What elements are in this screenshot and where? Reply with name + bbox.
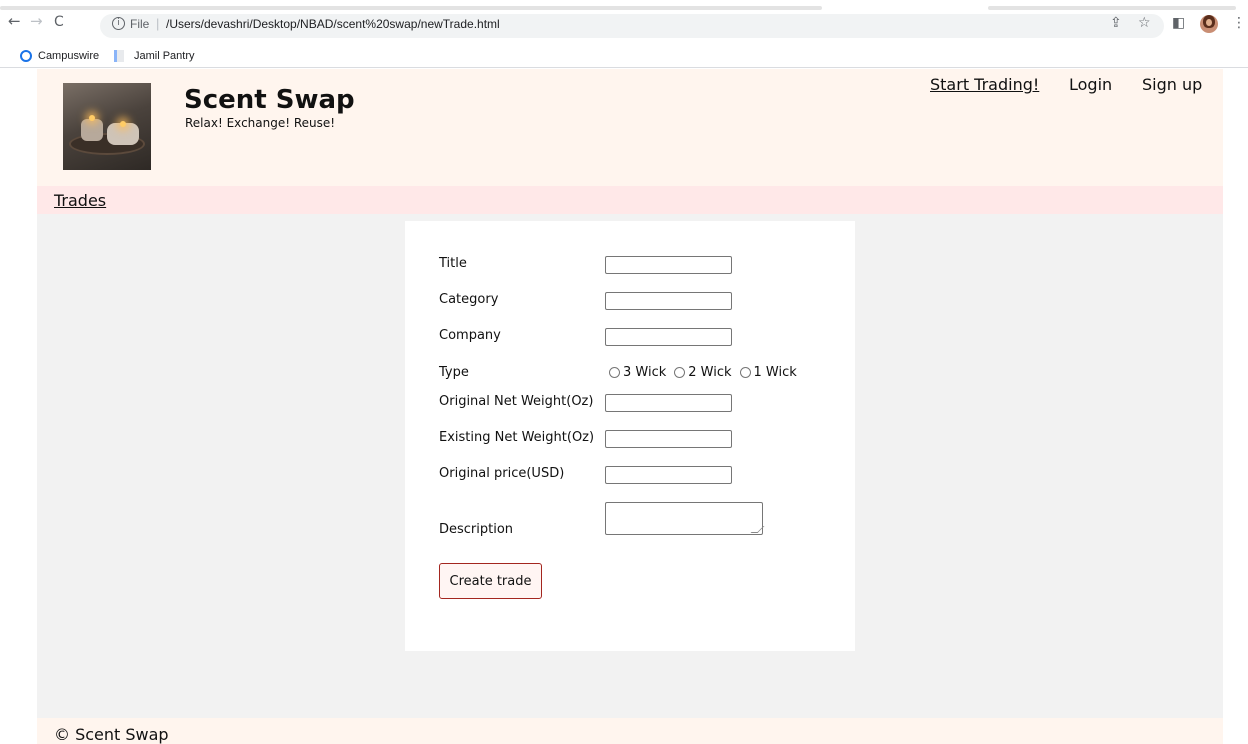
candle-logo-image	[63, 83, 151, 170]
site-tagline: Relax! Exchange! Reuse!	[185, 116, 336, 130]
original-weight-input[interactable]	[605, 394, 732, 412]
page-icon	[114, 50, 124, 62]
site-footer: © Scent Swap	[37, 718, 1223, 744]
radio-button[interactable]	[674, 367, 686, 378]
site-container: Scent Swap Relax! Exchange! Reuse! Start…	[37, 69, 1223, 744]
type-option-label: 1 Wick	[753, 365, 797, 380]
company-label: Company	[439, 328, 501, 343]
login-link[interactable]: Login	[1069, 75, 1112, 94]
trades-link[interactable]: Trades	[54, 191, 106, 210]
type-option-label: 2 Wick	[688, 365, 732, 380]
existing-weight-input[interactable]	[605, 430, 732, 448]
tab-strip	[0, 0, 1248, 10]
category-input[interactable]	[605, 292, 732, 310]
existing-weight-label: Existing Net Weight(Oz)	[439, 430, 595, 445]
type-label: Type	[439, 365, 469, 380]
radio-button[interactable]	[609, 367, 620, 378]
signup-link[interactable]: Sign up	[1142, 75, 1202, 94]
reload-icon[interactable]: C	[54, 15, 64, 29]
forward-icon[interactable]: →	[30, 14, 43, 29]
original-price-label: Original price(USD)	[439, 466, 565, 481]
share-icon[interactable]: ⇪	[1110, 16, 1122, 30]
site-header: Scent Swap Relax! Exchange! Reuse! Start…	[37, 69, 1223, 186]
create-trade-button[interactable]: Create trade	[439, 563, 542, 599]
sidepanel-icon[interactable]: ◧	[1172, 16, 1185, 30]
address-url[interactable]: /Users/devashri/Desktop/NBAD/scent%20swa…	[166, 17, 500, 31]
back-icon[interactable]: ←	[8, 14, 21, 29]
type-radio-group: 3 Wick 2 Wick 1 Wick	[609, 365, 805, 380]
info-icon[interactable]: i	[112, 17, 125, 30]
address-separator: |	[156, 16, 160, 31]
footer-copyright: © Scent Swap	[54, 725, 169, 744]
bookmark-campuswire[interactable]: Campuswire	[38, 50, 99, 62]
description-label: Description	[439, 522, 514, 537]
new-trade-form: Title Category Company Type 3 Wick 2 Wic…	[405, 221, 855, 651]
type-option-label: 3 Wick	[623, 365, 667, 380]
page-viewport: Scent Swap Relax! Exchange! Reuse! Start…	[0, 69, 1248, 744]
original-price-input[interactable]	[605, 466, 732, 484]
sub-navigation: Trades	[37, 186, 1223, 214]
star-icon[interactable]: ☆	[1138, 16, 1151, 30]
radio-button[interactable]	[739, 367, 751, 378]
site-title: Scent Swap	[184, 85, 355, 115]
category-label: Category	[439, 292, 499, 307]
type-option-3-wick[interactable]: 3 Wick	[609, 365, 666, 380]
bookmark-jamil-pantry[interactable]: Jamil Pantry	[134, 50, 195, 62]
title-input[interactable]	[605, 256, 732, 274]
type-option-1-wick[interactable]: 1 Wick	[739, 365, 797, 380]
original-weight-label: Original Net Weight(Oz)	[439, 394, 594, 409]
profile-avatar[interactable]	[1200, 15, 1218, 33]
type-option-2-wick[interactable]: 2 Wick	[674, 365, 732, 380]
start-trading-link[interactable]: Start Trading!	[930, 75, 1039, 94]
description-textarea[interactable]	[605, 502, 763, 535]
title-label: Title	[439, 256, 467, 271]
company-input[interactable]	[605, 328, 732, 346]
scheme-label: File	[130, 17, 150, 31]
campuswire-icon	[20, 50, 32, 62]
menu-icon[interactable]: ⋮	[1232, 16, 1246, 30]
